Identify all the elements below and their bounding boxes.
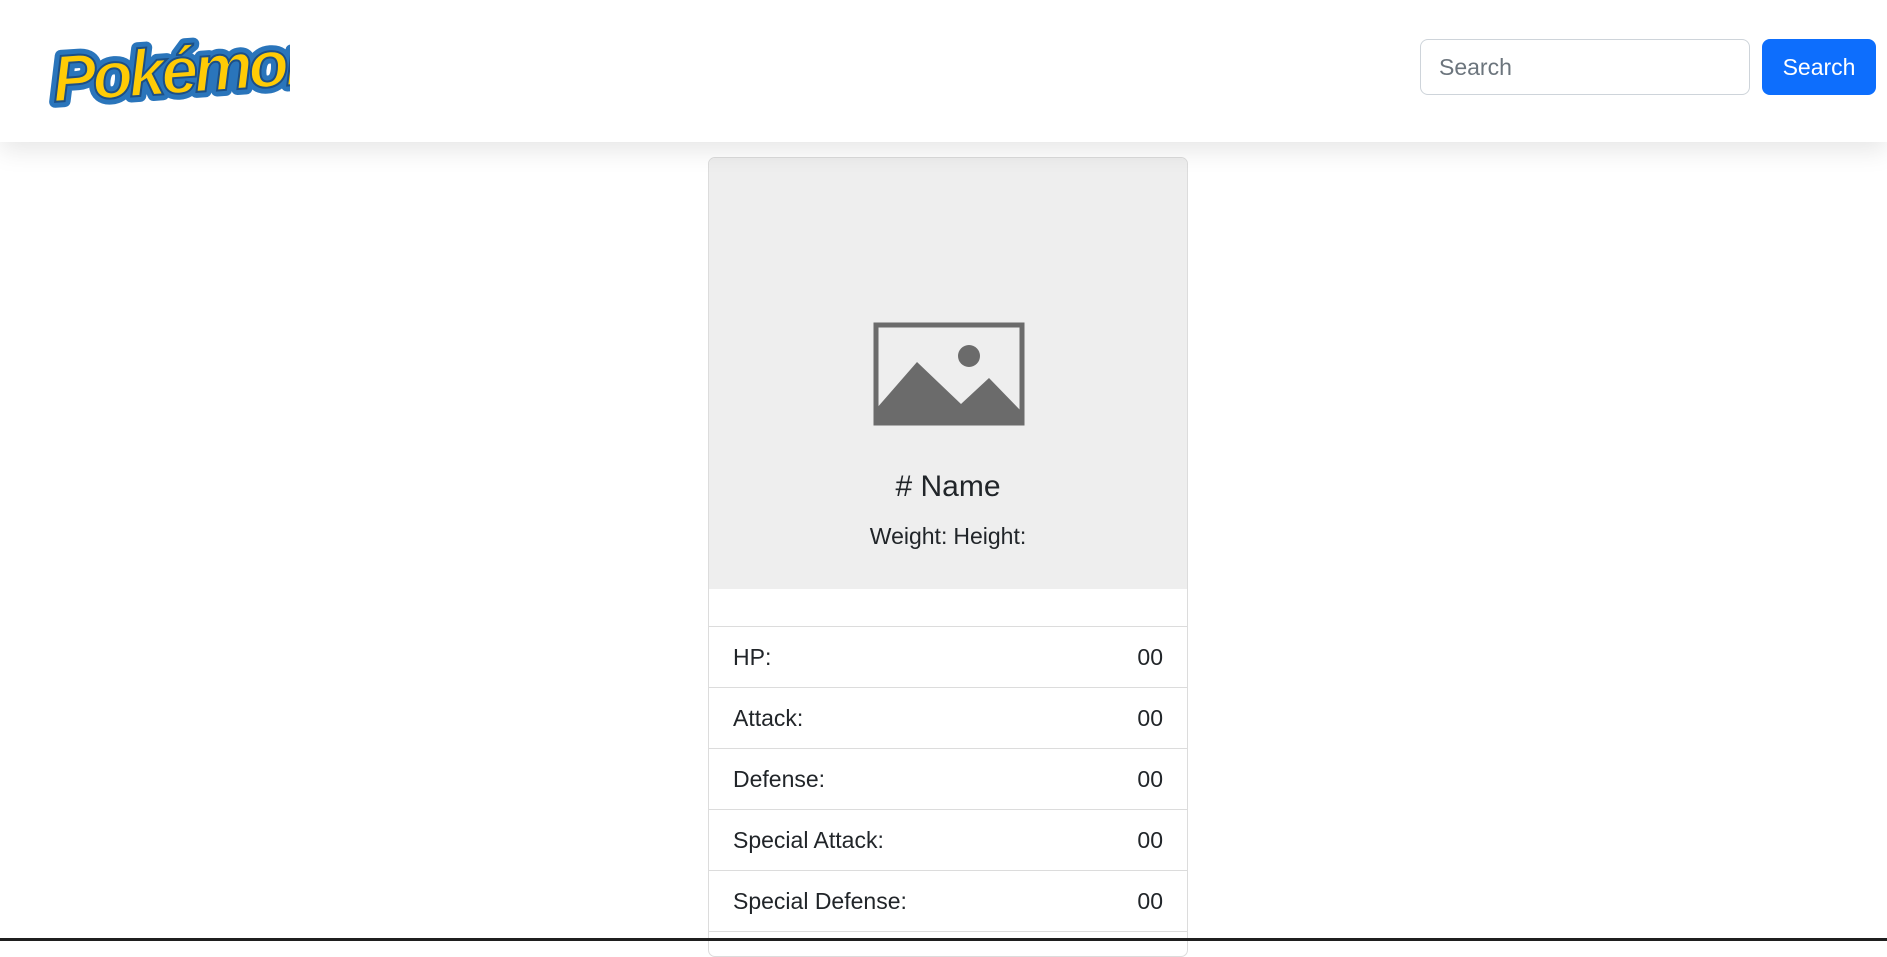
weight-label: Weight:	[869, 523, 948, 549]
pokemon-measurements: Weight: Height:	[709, 523, 1187, 550]
stat-row-hp: HP: 00	[709, 627, 1187, 688]
search-form: Search	[1420, 39, 1876, 95]
stat-row-defense: Defense: 00	[709, 749, 1187, 810]
stat-value: 00	[1137, 826, 1163, 853]
pokemon-logo-image: Pokémon Pokémon	[44, 17, 331, 122]
stat-value: 00	[1137, 765, 1163, 792]
svg-text:Pokémon: Pokémon	[50, 23, 290, 116]
card-spacer	[709, 589, 1187, 627]
pokemon-name: # Name	[895, 470, 1001, 503]
stats-list: HP: 00 Attack: 00 Defense: 00 Special At…	[709, 627, 1187, 932]
stat-label: Attack:	[733, 704, 804, 731]
stat-label: Special Defense:	[733, 887, 907, 914]
stat-row-special-attack: Special Attack: 00	[709, 810, 1187, 871]
stat-value: 00	[1137, 887, 1163, 914]
card-header: # Name Weight: Height:	[709, 158, 1187, 589]
stat-row-special-defense: Special Defense: 00	[709, 871, 1187, 932]
search-button[interactable]: Search	[1762, 39, 1876, 95]
stat-label: HP:	[733, 643, 772, 670]
image-placeholder-icon	[873, 322, 1025, 426]
pokemon-card: # Name Weight: Height: HP: 00 Attack: 00 …	[708, 157, 1188, 957]
stat-label: Special Attack:	[733, 826, 884, 853]
pokemon-logo[interactable]: Pokémon Pokémon	[44, 17, 331, 122]
height-label: Height:	[953, 523, 1027, 549]
stat-row-attack: Attack: 00	[709, 688, 1187, 749]
stat-label: Defense:	[733, 765, 826, 792]
navbar: Pokémon Pokémon Search	[0, 0, 1887, 142]
search-input[interactable]	[1420, 39, 1750, 95]
stat-value: 00	[1137, 704, 1163, 731]
stat-value: 00	[1137, 643, 1163, 670]
